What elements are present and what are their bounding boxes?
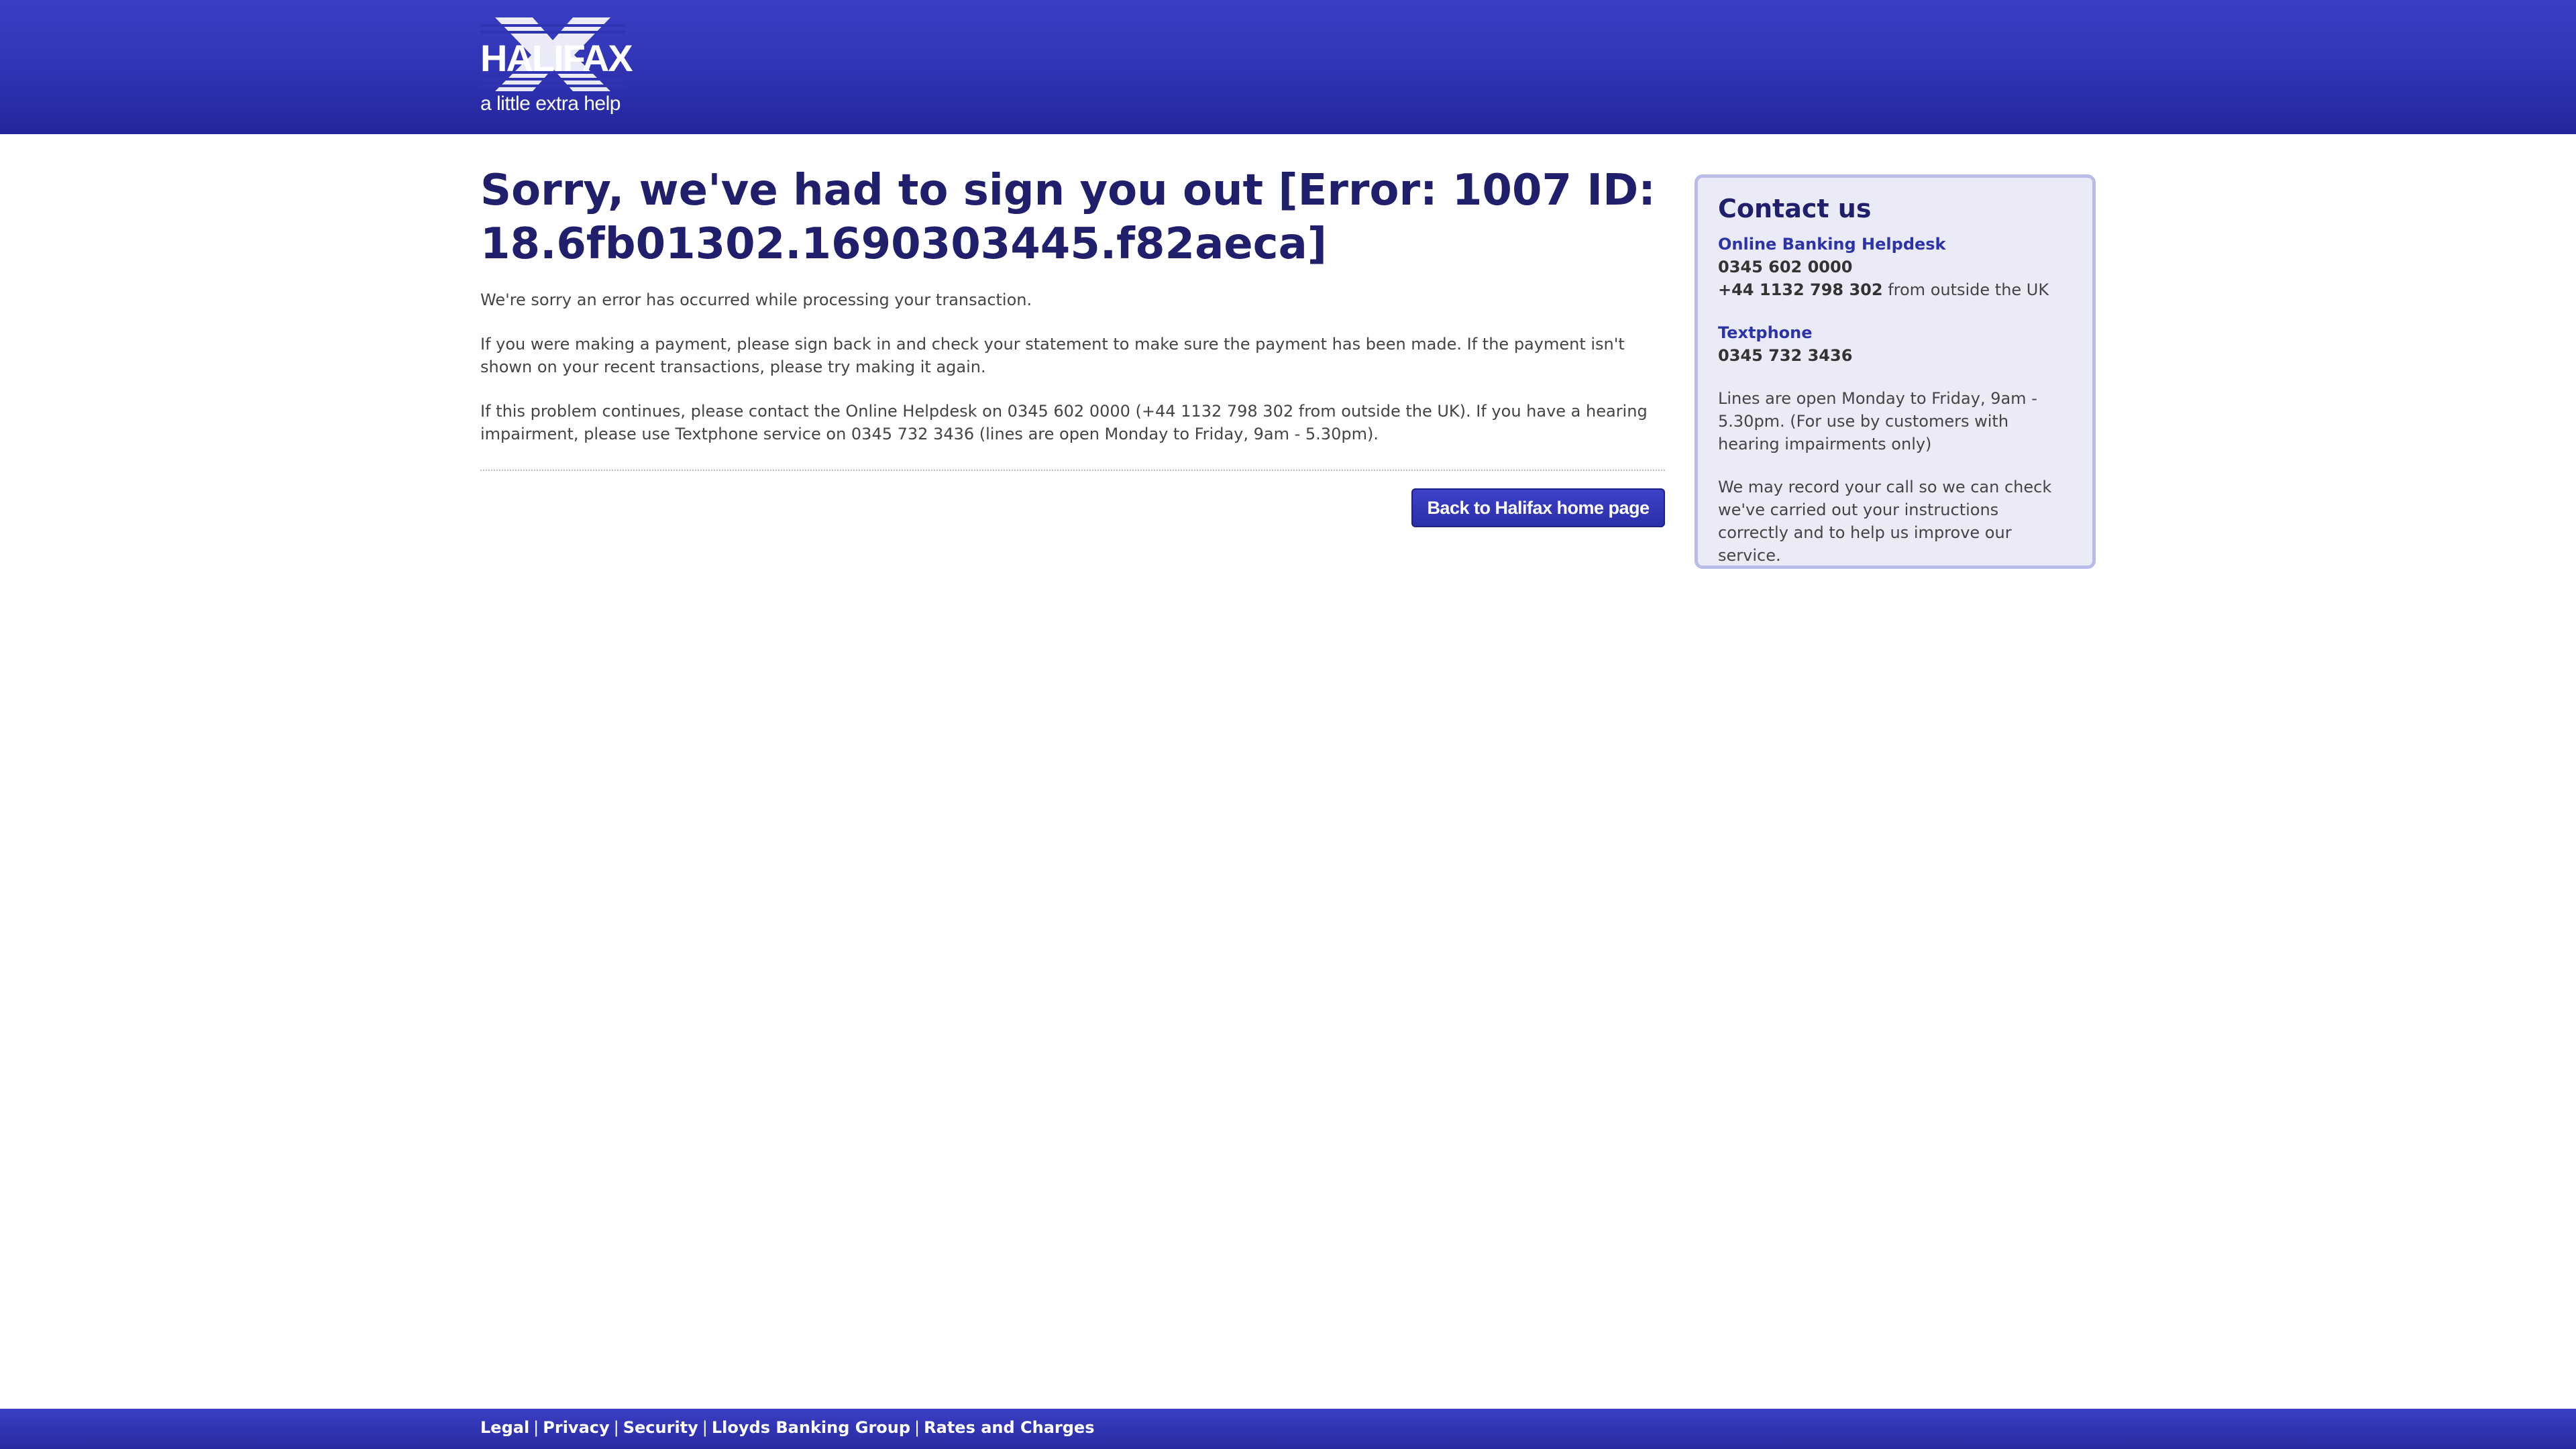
opening-hours-text: Lines are open Monday to Friday, 9am - 5… [1718,389,2037,453]
footer-separator: | [914,1418,920,1437]
helpdesk-intl-phone: +44 1132 798 302 from outside the UK [1718,280,2049,299]
helpdesk-label: Online Banking Helpdesk [1718,235,1946,254]
helpdesk-phone: 0345 602 0000 [1718,258,1853,276]
button-row: Back to Halifax home page [480,488,1665,529]
payment-advice-text: If you were making a payment, please sig… [480,335,1625,376]
call-recording-text: We may record your call so we can check … [1718,478,2052,565]
footer-link-security[interactable]: Security [623,1418,698,1437]
contact-us-panel: Contact us Online Banking Helpdesk 0345 … [1695,174,2096,569]
site-header: HALIFAX a little extra help [0,0,2576,134]
footer-separator: | [613,1418,619,1437]
error-intro-text: We're sorry an error has occurred while … [480,290,1032,309]
main-content: Sorry, we've had to sign you out [Error:… [480,164,1665,529]
back-to-home-button[interactable]: Back to Halifax home page [1411,488,1665,527]
footer-link-rates-and-charges[interactable]: Rates and Charges [924,1418,1094,1437]
textphone-label: Textphone [1718,323,1813,342]
footer-link-legal[interactable]: Legal [480,1418,529,1437]
footer-separator: | [702,1418,708,1437]
page-title: Sorry, we've had to sign you out [Error:… [480,166,1656,269]
dotted-divider [480,470,1665,471]
logo-wordmark: HALIFAX [480,37,633,79]
footer-links: Legal | Privacy | Security | Lloyds Banking Gr… [480,1418,1095,1437]
footer-separator: | [533,1418,539,1437]
helpdesk-advice-text: If this problem continues, please contac… [480,402,1648,443]
halifax-logo[interactable]: HALIFAX a little extra help [480,17,633,118]
textphone-phone: 0345 732 3436 [1718,346,1853,365]
logo-tagline: a little extra help [480,93,621,115]
footer-link-privacy[interactable]: Privacy [543,1418,609,1437]
contact-title: Contact us [1718,194,1872,223]
site-footer: Legal | Privacy | Security | Lloyds Banking Gr… [0,1409,2576,1449]
footer-link-lloyds-banking-group[interactable]: Lloyds Banking Group [712,1418,910,1437]
